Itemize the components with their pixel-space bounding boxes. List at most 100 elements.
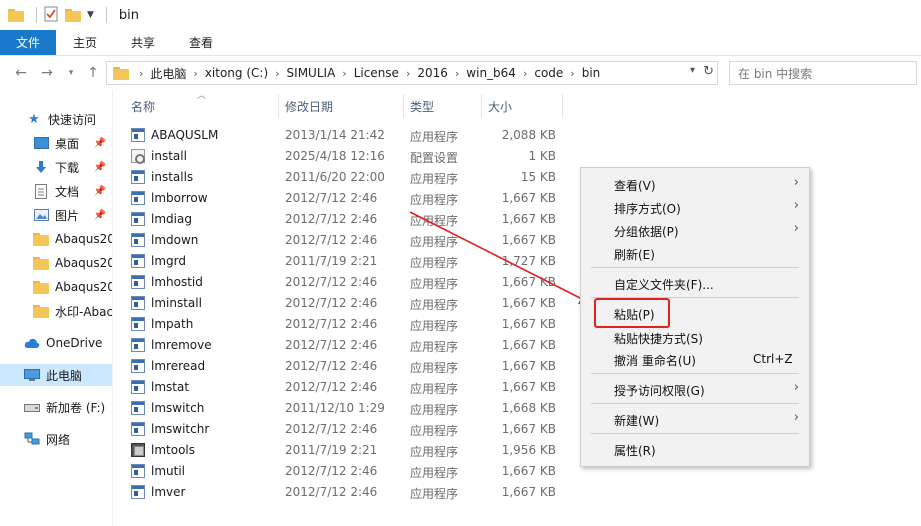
file-row[interactable]: lmutil 2012/7/12 2:46 应用程序 1,667 KB — [120, 461, 570, 482]
up-arrow-icon[interactable]: ↑ — [82, 62, 104, 84]
file-row[interactable]: ABAQUSLM 2013/1/14 21:42 应用程序 2,088 KB — [120, 125, 570, 146]
drive-icon — [24, 399, 40, 415]
tab-share[interactable]: 共享 — [114, 30, 172, 55]
breadcrumb-drive[interactable]: xitong (C:) — [205, 66, 268, 80]
menu-item-undo-rename[interactable]: 撤消 重命名(U) Ctrl+Z — [581, 348, 809, 370]
pin-icon[interactable]: 📌 — [94, 210, 106, 221]
menu-item-paste-shortcut[interactable]: 粘贴快捷方式(S) — [581, 326, 809, 348]
chevron-right-icon[interactable]: › — [193, 67, 197, 80]
chevron-right-icon[interactable]: › — [570, 67, 574, 80]
file-name: lmutil — [151, 464, 186, 478]
recent-locations-icon[interactable]: ▾ — [60, 62, 82, 84]
chevron-down-icon[interactable]: ▼ — [87, 10, 94, 20]
file-row[interactable]: install 2025/4/18 12:16 配置设置 1 KB — [120, 146, 570, 167]
search-input[interactable]: 在 bin 中搜索 — [729, 61, 917, 85]
column-header-size[interactable]: 大小 — [488, 96, 512, 116]
tab-view[interactable]: 查看 — [172, 30, 230, 55]
tab-home[interactable]: 主页 — [56, 30, 114, 55]
sidebar-item-this-pc[interactable]: 此电脑 — [0, 364, 112, 386]
file-row[interactable]: lmpath 2012/7/12 2:46 应用程序 1,667 KB — [120, 314, 570, 335]
chevron-right-icon[interactable]: › — [342, 67, 346, 80]
column-divider[interactable] — [481, 94, 482, 118]
chevron-down-icon[interactable]: ▾ — [690, 65, 695, 76]
file-row[interactable]: lmdown 2012/7/12 2:46 应用程序 1,667 KB — [120, 230, 570, 251]
breadcrumb-simulia[interactable]: SIMULIA — [287, 66, 336, 80]
properties-icon[interactable] — [43, 6, 59, 25]
menu-item-label: 授予访问权限(G) — [614, 384, 705, 398]
menu-item-give-access[interactable]: 授予访问权限(G) › — [581, 378, 809, 400]
file-row[interactable]: lmswitch 2011/12/10 1:29 应用程序 1,668 KB — [120, 398, 570, 419]
menu-item-customize-folder[interactable]: 自定义文件夹(F)... — [581, 272, 809, 294]
file-row[interactable]: lmdiag 2012/7/12 2:46 应用程序 1,667 KB — [120, 209, 570, 230]
file-type: 应用程序 — [410, 466, 459, 480]
sidebar-item-downloads[interactable]: 下载 📌 — [0, 156, 112, 178]
config-file-icon — [131, 149, 145, 164]
file-row[interactable]: installs 2011/6/20 22:00 应用程序 15 KB — [120, 167, 570, 188]
file-row[interactable]: lmswitchr 2012/7/12 2:46 应用程序 1,667 KB — [120, 419, 570, 440]
title-bar: ▼ bin — [0, 0, 921, 30]
breadcrumb-win-b64[interactable]: win_b64 — [466, 66, 516, 80]
sidebar-item-desktop[interactable]: 桌面 📌 — [0, 132, 112, 154]
menu-item-view[interactable]: 查看(V) › — [581, 173, 809, 195]
menu-item-new[interactable]: 新建(W) › — [581, 408, 809, 430]
sidebar-item-folder[interactable]: Abaqus20 — [0, 252, 112, 274]
sidebar-item-quick-access[interactable]: ★ 快速访问 — [0, 108, 112, 130]
sidebar-item-documents[interactable]: 文档 📌 — [0, 180, 112, 202]
sidebar-item-label: 此电脑 — [46, 368, 83, 383]
sidebar-item-folder[interactable]: Abaqus20 — [0, 276, 112, 298]
file-row[interactable]: lmver 2012/7/12 2:46 应用程序 1,667 KB — [120, 482, 570, 503]
breadcrumb-bin[interactable]: bin — [582, 66, 601, 80]
breadcrumb-code[interactable]: code — [534, 66, 563, 80]
column-header-name[interactable]: 名称 — [131, 96, 155, 116]
file-row[interactable]: lmgrd 2011/7/19 2:21 应用程序 1,727 KB — [120, 251, 570, 272]
column-header-type[interactable]: 类型 — [410, 96, 434, 116]
menu-item-label: 属性(R) — [614, 444, 656, 458]
menu-item-refresh[interactable]: 刷新(E) — [581, 242, 809, 264]
breadcrumb-license[interactable]: License — [354, 66, 399, 80]
folder-icon — [33, 255, 49, 271]
menu-item-properties[interactable]: 属性(R) — [581, 438, 809, 460]
column-divider[interactable] — [278, 94, 279, 118]
application-icon — [131, 338, 145, 352]
chevron-right-icon[interactable]: › — [275, 67, 279, 80]
back-arrow-icon[interactable]: ← — [10, 62, 32, 84]
file-row[interactable]: lmstat 2012/7/12 2:46 应用程序 1,667 KB — [120, 377, 570, 398]
column-divider[interactable] — [562, 94, 563, 118]
file-row[interactable]: lmtools 2011/7/19 2:21 应用程序 1,956 KB — [120, 440, 570, 461]
sidebar-item-folder[interactable]: 水印-Abac — [0, 300, 112, 322]
forward-arrow-icon[interactable]: → — [36, 62, 58, 84]
menu-item-sort-by[interactable]: 排序方式(O) › — [581, 196, 809, 218]
refresh-icon[interactable]: ↻ — [703, 64, 714, 79]
sidebar-item-onedrive[interactable]: OneDrive — [0, 332, 112, 354]
application-icon — [131, 359, 145, 373]
file-size: 1,667 KB — [501, 380, 556, 394]
chevron-right-icon[interactable]: › — [406, 67, 410, 80]
file-row[interactable]: lmremove 2012/7/12 2:46 应用程序 1,667 KB — [120, 335, 570, 356]
sidebar-item-drive[interactable]: 新加卷 (F:) — [0, 396, 112, 418]
breadcrumb-2016[interactable]: 2016 — [417, 66, 448, 80]
menu-item-group-by[interactable]: 分组依据(P) › — [581, 219, 809, 241]
file-row[interactable]: lmhostid 2012/7/12 2:46 应用程序 1,667 KB — [120, 272, 570, 293]
chevron-right-icon[interactable]: › — [523, 67, 527, 80]
new-folder-icon[interactable] — [65, 8, 81, 22]
tab-file[interactable]: 文件 — [0, 30, 57, 55]
file-row[interactable]: lmreread 2012/7/12 2:46 应用程序 1,667 KB — [120, 356, 570, 377]
pin-icon[interactable]: 📌 — [94, 138, 106, 149]
application-icon — [131, 485, 145, 499]
column-divider[interactable] — [403, 94, 404, 118]
sidebar-item-pictures[interactable]: 图片 📌 — [0, 204, 112, 226]
sidebar-item-folder[interactable]: Abaqus20 — [0, 228, 112, 250]
pin-icon[interactable]: 📌 — [94, 186, 106, 197]
sidebar-item-network[interactable]: 网络 — [0, 428, 112, 450]
pin-icon[interactable]: 📌 — [94, 162, 106, 173]
file-type: 应用程序 — [410, 214, 459, 228]
breadcrumb-this-pc[interactable]: 此电脑 — [150, 65, 186, 82]
file-size: 1,727 KB — [501, 254, 556, 268]
column-header-date[interactable]: 修改日期 — [285, 96, 333, 116]
sidebar-item-label: 桌面 — [55, 136, 80, 151]
file-date: 2012/7/12 2:46 — [285, 212, 378, 226]
file-row[interactable]: lminstall 2012/7/12 2:46 应用程序 1,667 KB — [120, 293, 570, 314]
address-bar[interactable]: › 此电脑 › xitong (C:) › SIMULIA › License … — [106, 61, 718, 85]
chevron-right-icon[interactable]: › — [455, 67, 459, 80]
file-row[interactable]: lmborrow 2012/7/12 2:46 应用程序 1,667 KB — [120, 188, 570, 209]
